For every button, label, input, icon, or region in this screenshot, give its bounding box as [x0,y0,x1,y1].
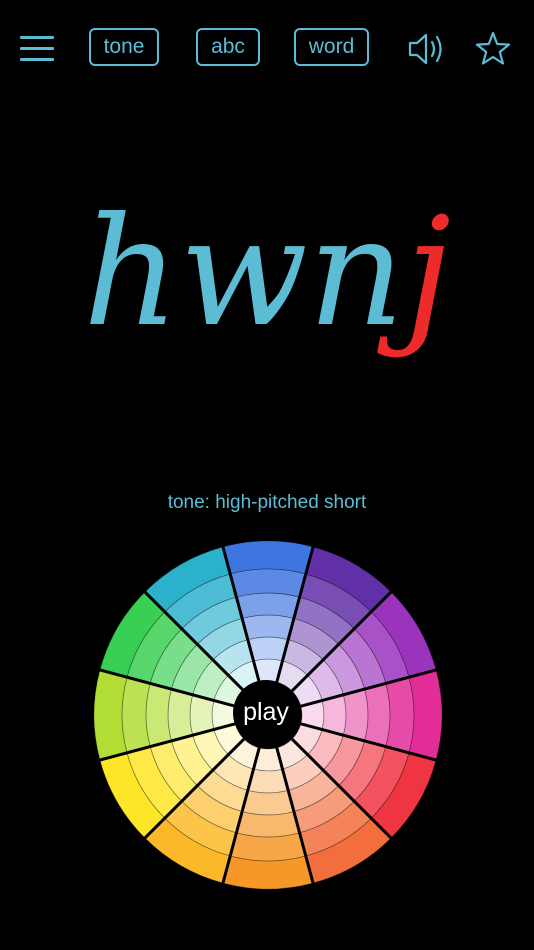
word-button[interactable]: word [294,28,369,66]
wheel-cell[interactable] [93,669,128,761]
word-prefix: hwn [82,186,405,360]
play-button[interactable]: play [233,680,299,746]
tone-button[interactable]: tone [89,28,159,66]
wheel-cell[interactable] [121,676,151,754]
wheel-cell[interactable] [364,682,391,748]
wheel-cell[interactable] [222,540,314,575]
top-toolbar: tone abc word [0,0,534,96]
wheel-cell[interactable] [241,614,295,641]
speaker-icon[interactable] [407,30,449,68]
wheel-cell[interactable] [342,688,369,742]
word-display: hwnj [0,178,534,368]
wheel-cell[interactable] [229,568,307,598]
abc-button[interactable]: abc [196,28,260,66]
wheel-cell[interactable] [145,682,172,748]
wheel-cell[interactable] [235,811,301,838]
wheel-cell[interactable] [222,855,314,890]
wheel-cell[interactable] [408,669,443,761]
star-icon[interactable] [474,30,512,68]
wheel-cell[interactable] [385,676,415,754]
wheel-cell[interactable] [229,832,307,862]
wheel-cell[interactable] [241,789,295,816]
word-highlighted-letter: j [404,186,452,360]
wheel-cell[interactable] [167,688,194,742]
hamburger-menu-icon[interactable] [20,33,56,63]
tone-label: tone: high-pitched short [167,492,367,513]
wheel-cell[interactable] [235,592,301,619]
